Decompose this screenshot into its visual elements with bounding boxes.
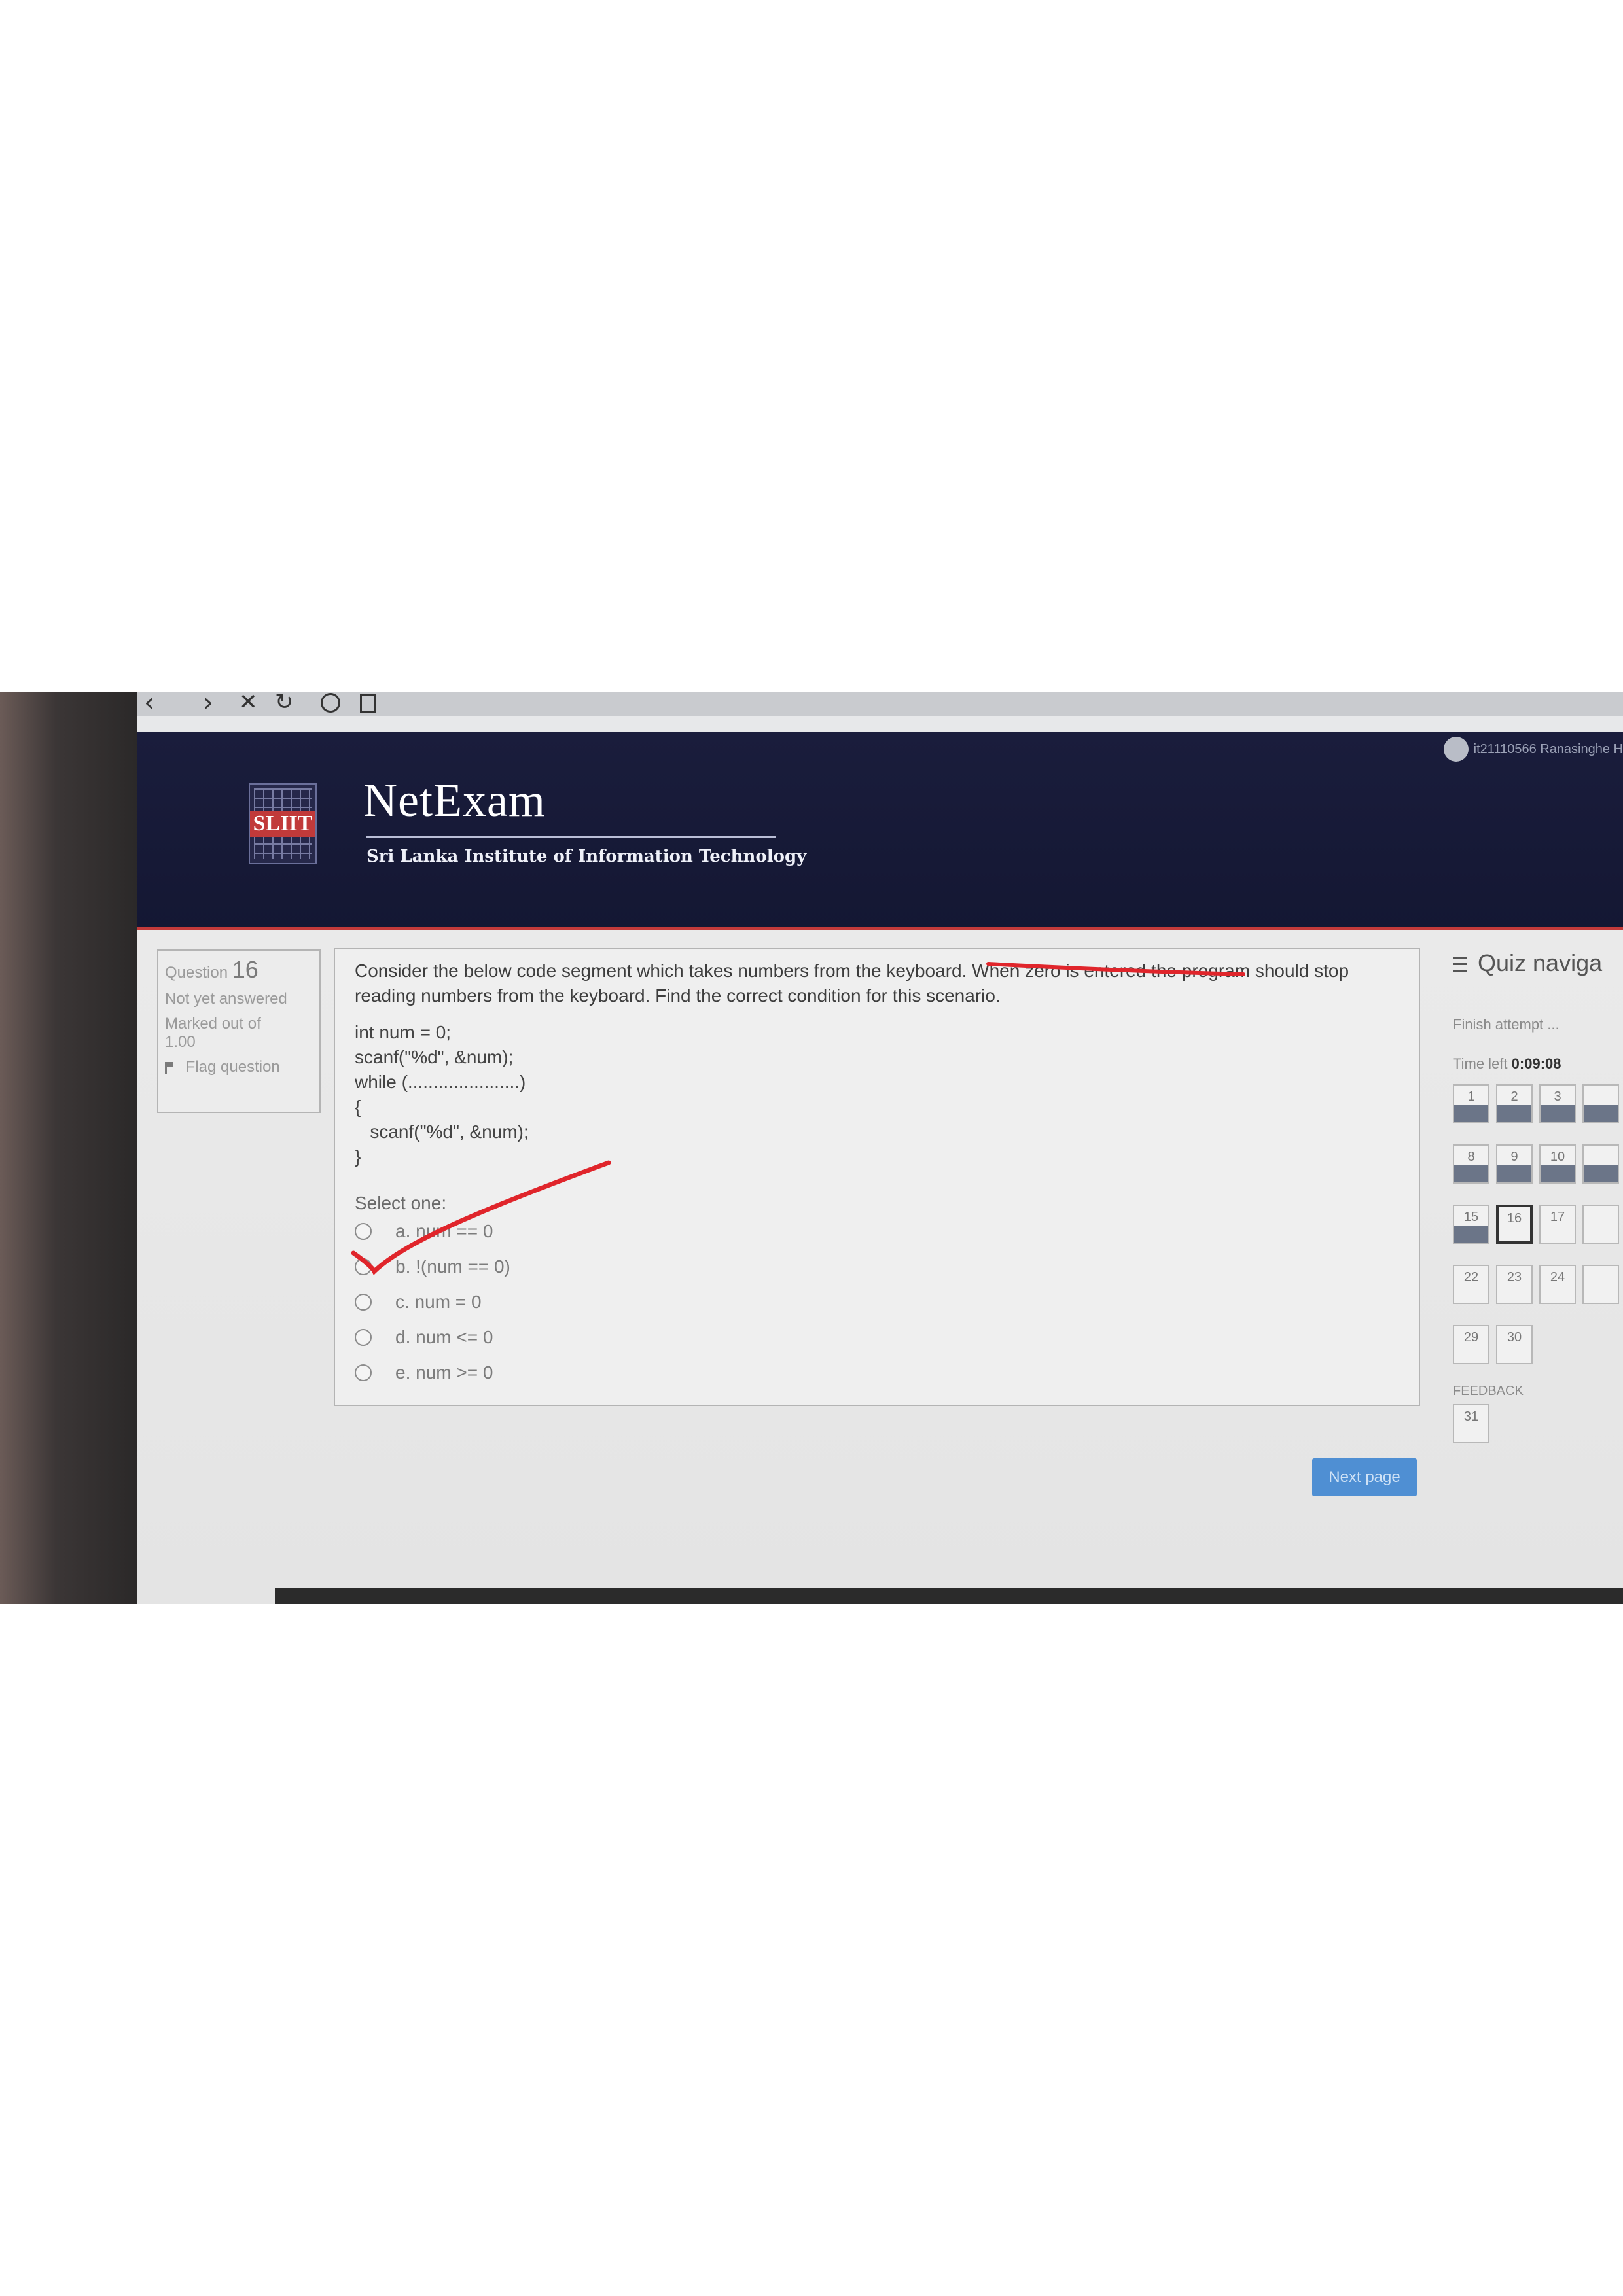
red-pen-annotations xyxy=(351,962,1245,1275)
photo-frame: ‹ › ✕ ↻ it21110566 Ranasinghe H SLIIT Ne… xyxy=(0,692,1623,1604)
check-mark xyxy=(351,1160,611,1275)
underline-mark xyxy=(986,962,1245,976)
